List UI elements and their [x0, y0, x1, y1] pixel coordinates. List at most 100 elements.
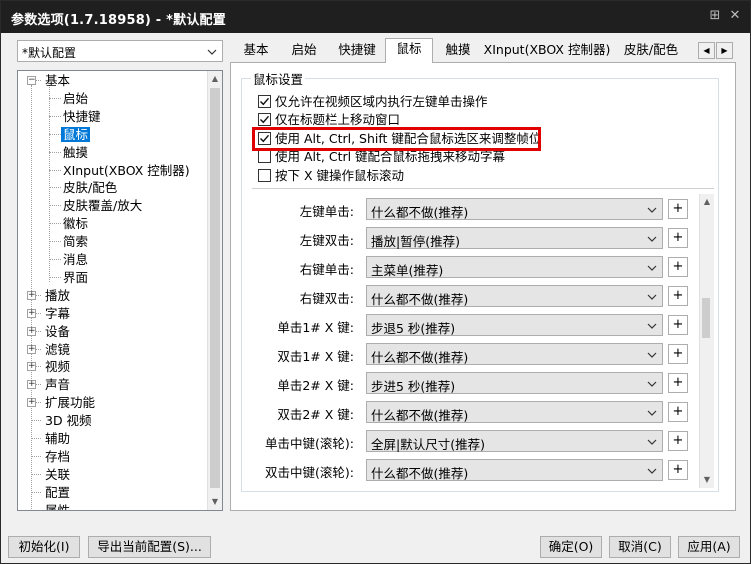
tree-item[interactable]: 配置 — [43, 484, 72, 501]
actions-scroll-thumb[interactable] — [702, 298, 710, 338]
cancel-button[interactable]: 取消(C) — [609, 536, 671, 558]
tab[interactable]: XInput(XBOX 控制器) — [483, 40, 611, 62]
tree-item[interactable]: 辅助 — [43, 430, 72, 447]
mouse-actions-list[interactable]: 左键单击: 什么都不做(推荐) + 左键双击: 播放|暂停(推荐) + 右键单击: 主菜单(推… — [252, 194, 714, 488]
checkbox-option[interactable]: 使用 Alt, Ctrl 键配合鼠标拖拽来移动字幕 — [258, 149, 538, 165]
tree-item-label: 消息 — [63, 252, 89, 267]
tree-item-label: 徽标 — [63, 216, 89, 232]
ok-button[interactable]: 确定(O) — [540, 536, 602, 558]
action-dropdown[interactable]: 全屏|默认尺寸(推荐) — [366, 430, 663, 452]
tree-item[interactable]: 启始 — [61, 90, 90, 107]
tab[interactable]: 启始 — [282, 40, 326, 62]
tree-scroll-thumb[interactable] — [210, 88, 220, 488]
pin-icon[interactable]: ⊞ — [706, 7, 724, 25]
add-action-button[interactable]: + — [668, 431, 688, 451]
tab[interactable]: 基本 — [234, 40, 278, 62]
title-bar[interactable]: 参数选项(1.7.18958) - *默认配置 ⊞ ✕ — [1, 1, 750, 33]
actions-scrollbar[interactable]: ▲ ▼ — [699, 194, 714, 488]
tree-item[interactable]: 设备 — [43, 323, 72, 340]
action-dropdown[interactable]: 什么都不做(推荐) — [366, 459, 663, 481]
tree-item[interactable]: 扩展功能 — [43, 394, 97, 411]
tab-scroll-left-icon[interactable]: ◀ — [698, 42, 715, 59]
checkbox[interactable] — [258, 169, 271, 182]
checkbox-option[interactable]: 仅允许在视频区域内执行左键单击操作 — [258, 94, 538, 110]
tree-item[interactable]: 快捷键 — [61, 108, 103, 125]
action-dropdown[interactable]: 步进5 秒(推荐) — [366, 372, 663, 394]
expand-icon[interactable]: + — [27, 290, 36, 300]
checkbox-option[interactable]: 仅在标题栏上移动窗口 — [258, 112, 538, 128]
tree-scrollbar[interactable]: ▲ ▼ — [207, 71, 222, 510]
close-icon[interactable]: ✕ — [726, 7, 744, 25]
action-dropdown[interactable]: 什么都不做(推荐) — [366, 343, 663, 365]
action-dropdown[interactable]: 播放|暂停(推荐) — [366, 227, 663, 249]
checkbox[interactable] — [258, 113, 271, 126]
mouse-action-row: 右键双击: 什么都不做(推荐) + — [252, 285, 702, 307]
mouse-action-row: 双击1# X 键: 什么都不做(推荐) + — [252, 343, 702, 365]
add-action-button[interactable]: + — [668, 402, 688, 422]
scroll-up-icon[interactable]: ▲ — [208, 71, 222, 87]
tree-item[interactable]: 鼠标 — [61, 126, 91, 143]
add-action-button[interactable]: + — [668, 199, 688, 219]
initialize-button[interactable]: 初始化(I) — [8, 536, 80, 558]
expand-icon[interactable]: + — [27, 344, 36, 354]
action-dropdown[interactable]: 什么都不做(推荐) — [366, 401, 663, 423]
action-value: 什么都不做(推荐) — [371, 350, 469, 365]
expand-icon[interactable]: + — [27, 362, 36, 372]
tree-item[interactable]: 消息 — [61, 251, 90, 268]
tree-item[interactable]: 播放 — [43, 287, 72, 304]
tree-item[interactable]: 3D 视频 — [43, 412, 94, 429]
collapse-icon[interactable]: − — [27, 76, 36, 85]
tree-item[interactable]: 徽标 — [61, 215, 90, 232]
tab[interactable]: 快捷键 — [330, 40, 384, 62]
add-action-button[interactable]: + — [668, 315, 688, 335]
profile-dropdown[interactable]: *默认配置 — [17, 40, 223, 62]
tree-item[interactable]: XInput(XBOX 控制器) — [61, 162, 192, 179]
expand-icon[interactable]: + — [27, 398, 36, 408]
tree-connector — [49, 151, 61, 153]
tree-item-label: 属性 — [45, 502, 71, 511]
chevron-down-icon — [647, 381, 657, 387]
scroll-up-icon[interactable]: ▲ — [700, 194, 714, 210]
tab[interactable]: 触摸 — [436, 40, 480, 62]
tree-item[interactable]: 皮肤/配色 — [61, 179, 119, 196]
tree-item[interactable]: 声音 — [43, 376, 72, 393]
tab-scroll-right-icon[interactable]: ▶ — [716, 42, 733, 59]
apply-button[interactable]: 应用(A) — [678, 536, 740, 558]
tree-item[interactable]: 关联 — [43, 466, 72, 483]
settings-tree[interactable]: ▲ ▼ − 基本 启始 快捷键 鼠标 触摸 XInput(XBOX 控制器) 皮肤/配色 皮肤覆… — [17, 70, 223, 511]
checkbox-option[interactable]: 按下 X 键操作鼠标滚动 — [258, 168, 538, 184]
action-dropdown[interactable]: 什么都不做(推荐) — [366, 285, 663, 307]
tree-item[interactable]: 皮肤覆盖/放大 — [61, 197, 144, 214]
tree-item[interactable]: 界面 — [61, 269, 90, 286]
add-action-button[interactable]: + — [668, 228, 688, 248]
tree-item[interactable]: 字幕 — [43, 305, 72, 322]
scroll-down-icon[interactable]: ▼ — [700, 472, 714, 488]
tree-item[interactable]: 基本 — [43, 72, 72, 89]
mouse-action-row: 左键单击: 什么都不做(推荐) + — [252, 198, 702, 220]
checkbox[interactable] — [258, 150, 271, 163]
scroll-down-icon[interactable]: ▼ — [208, 494, 222, 510]
expand-icon[interactable]: + — [27, 326, 36, 336]
action-dropdown[interactable]: 主菜单(推荐) — [366, 256, 663, 278]
tree-item[interactable]: 触摸 — [61, 144, 90, 161]
tree-item[interactable]: 存档 — [43, 448, 72, 465]
add-action-button[interactable]: + — [668, 373, 688, 393]
tab[interactable]: 皮肤/配色 — [616, 40, 686, 62]
tree-item[interactable]: 属性 — [43, 502, 72, 511]
expand-icon[interactable]: + — [27, 308, 36, 318]
checkbox[interactable] — [258, 95, 271, 108]
add-action-button[interactable]: + — [668, 460, 688, 480]
export-config-button[interactable]: 导出当前配置(S)... — [88, 536, 211, 558]
tree-item[interactable]: 视频 — [43, 358, 72, 375]
add-action-button[interactable]: + — [668, 344, 688, 364]
add-action-button[interactable]: + — [668, 286, 688, 306]
tree-item-label: 滤镜 — [45, 341, 71, 357]
action-dropdown[interactable]: 什么都不做(推荐) — [366, 198, 663, 220]
add-action-button[interactable]: + — [668, 257, 688, 277]
tab[interactable]: 鼠标 — [385, 38, 433, 63]
expand-icon[interactable]: + — [27, 380, 36, 390]
action-dropdown[interactable]: 步退5 秒(推荐) — [366, 314, 663, 336]
action-value: 步退5 秒(推荐) — [371, 321, 456, 336]
tree-item[interactable]: 滤镜 — [43, 341, 72, 358]
tree-item[interactable]: 简索 — [61, 233, 90, 250]
